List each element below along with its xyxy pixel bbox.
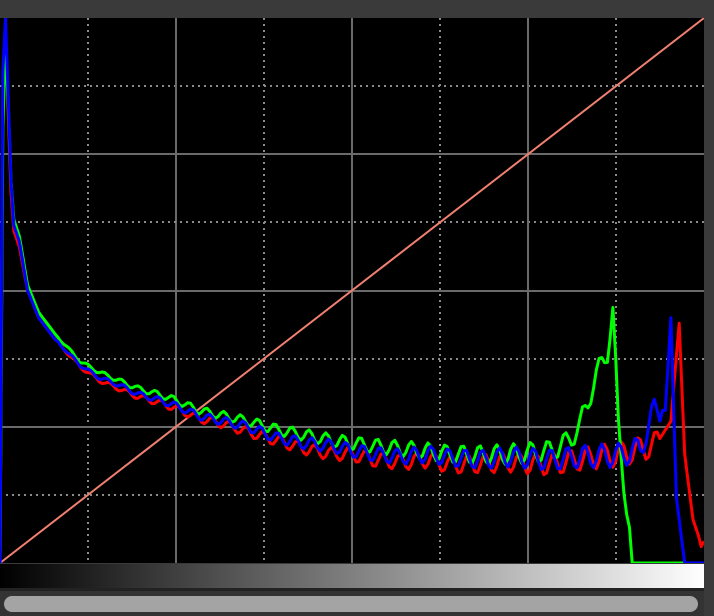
histogram-plot[interactable] [0,16,706,565]
scrollbar-thumb[interactable] [4,596,698,612]
luminance-gradient-bar [0,564,704,588]
histogram-svg [0,16,706,565]
